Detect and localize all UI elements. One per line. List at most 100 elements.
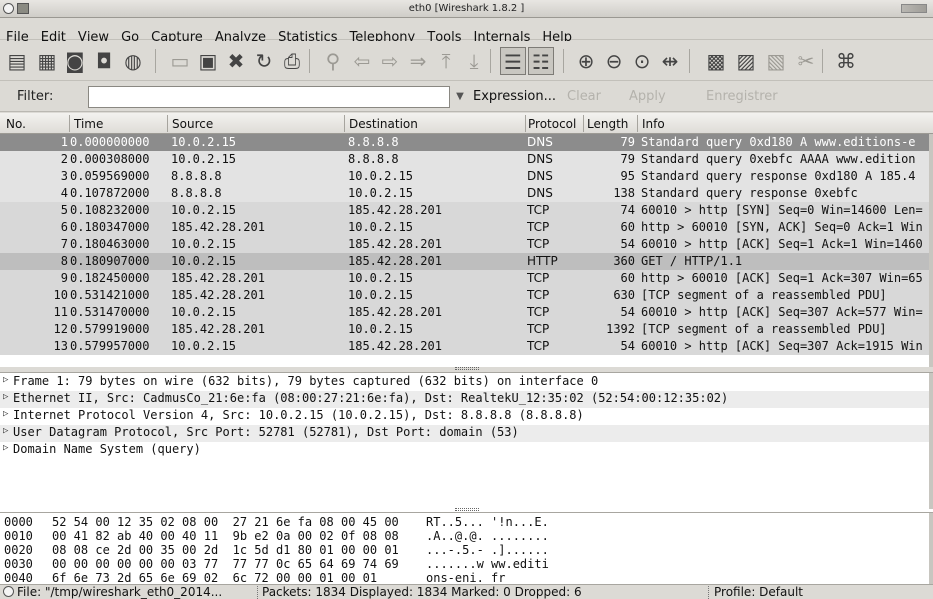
- expression-button[interactable]: Expression...: [473, 89, 556, 104]
- table-row[interactable]: 4 0.107872000 8.8.8.8 10.0.2.15 DNS 138 Standa…: [0, 185, 929, 202]
- menu-item[interactable]: Telephony: [344, 19, 422, 45]
- open-file-icon[interactable]: ▭: [167, 47, 193, 75]
- menu-item[interactable]: Tools: [421, 19, 467, 45]
- expert-info-icon[interactable]: [3, 586, 14, 597]
- packet-bytes[interactable]: 0000 52 54 00 12 35 02 08 00 27 21 6e fa …: [0, 512, 933, 584]
- expand-arrow-icon[interactable]: ▷: [3, 426, 8, 436]
- column-header-time[interactable]: Time: [74, 117, 103, 131]
- table-row[interactable]: 1 0.000000000 10.0.2.15 8.8.8.8 DNS 79 Standar…: [0, 134, 929, 151]
- expand-arrow-icon[interactable]: ▷: [3, 409, 8, 419]
- clear-button[interactable]: Clear: [567, 89, 601, 104]
- cell-no: 4: [60, 186, 68, 200]
- table-row[interactable]: 3 0.059569000 8.8.8.8 10.0.2.15 DNS 95 Standar…: [0, 168, 929, 185]
- packet-list-vscrollbar[interactable]: [929, 134, 933, 367]
- menu-item[interactable]: File: [0, 19, 35, 45]
- capture-restart-icon[interactable]: ◍: [120, 47, 146, 75]
- go-back-icon[interactable]: ⇦: [349, 47, 375, 75]
- column-header-length[interactable]: Length: [587, 117, 628, 131]
- cell-src: 10.0.2.15: [171, 339, 237, 353]
- detail-text: Frame 1: 79 bytes on wire (632 bits), 79…: [13, 374, 599, 388]
- coloring-rules-icon[interactable]: ▧: [763, 47, 789, 75]
- filter-label: Filter:: [17, 89, 54, 104]
- menu-item[interactable]: Go: [115, 19, 145, 45]
- cell-no: 12: [53, 322, 68, 336]
- table-row[interactable]: 9 0.182450000 185.42.28.201 10.0.2.15 TCP 60 h…: [0, 270, 929, 287]
- resize-columns-icon[interactable]: ⇹: [657, 47, 683, 75]
- capture-start-icon[interactable]: ◙: [62, 47, 88, 75]
- column-header-destination[interactable]: Destination: [349, 117, 418, 131]
- go-forward-icon[interactable]: ⇨: [377, 47, 403, 75]
- cell-src: 185.42.28.201: [171, 322, 265, 336]
- packet-list[interactable]: No. Time Source Destination Protocol Len…: [0, 113, 933, 367]
- reload-file-icon[interactable]: ↻: [251, 47, 277, 75]
- close-file-icon[interactable]: ✖: [223, 47, 249, 75]
- table-row[interactable]: 6 0.180347000 185.42.28.201 10.0.2.15 TCP 60 h…: [0, 219, 929, 236]
- table-row[interactable]: 2 0.000308000 10.0.2.15 8.8.8.8 DNS 79 Standar…: [0, 151, 929, 168]
- toolbar-separator: [490, 49, 491, 73]
- cell-proto: TCP: [527, 220, 550, 234]
- menu-item[interactable]: Internals: [468, 19, 537, 45]
- menu-item[interactable]: Statistics: [272, 19, 343, 45]
- capture-options-icon[interactable]: ▦: [34, 47, 60, 75]
- preferences-icon[interactable]: ✂: [793, 47, 819, 75]
- zoom-normal-icon[interactable]: ⊙: [629, 47, 655, 75]
- packet-details[interactable]: ▷ Frame 1: 79 bytes on wire (632 bits), 7…: [0, 372, 933, 512]
- bytes-hex: 00 41 82 ab 40 00 40 11 9b e2 0a 00 02 0…: [52, 529, 399, 543]
- save-file-icon[interactable]: ▣: [195, 47, 221, 75]
- table-row[interactable]: 7 0.180463000 10.0.2.15 185.42.28.201 TCP 54 6…: [0, 236, 929, 253]
- print-icon[interactable]: ⎙: [279, 47, 305, 75]
- apply-button[interactable]: Apply: [629, 89, 666, 104]
- cell-len: 630: [613, 288, 635, 302]
- zoom-in-icon[interactable]: ⊕: [573, 47, 599, 75]
- pane-splitter-top[interactable]: [455, 367, 479, 370]
- auto-scroll-icon[interactable]: ☷: [528, 47, 554, 75]
- detail-tree-item[interactable]: ▷ User Datagram Protocol, Src Port: 52781…: [0, 425, 929, 442]
- bytes-hex: 52 54 00 12 35 02 08 00 27 21 6e fa 08 0…: [52, 515, 399, 529]
- detail-tree-item[interactable]: ▷ Domain Name System (query): [0, 442, 929, 459]
- detail-tree-item[interactable]: ▷ Frame 1: 79 bytes on wire (632 bits), 7…: [0, 374, 929, 391]
- packet-details-vscrollbar[interactable]: [929, 373, 933, 509]
- expand-arrow-icon[interactable]: ▷: [3, 443, 8, 453]
- menu-item[interactable]: Analyze: [209, 19, 272, 45]
- menu-item[interactable]: View: [72, 19, 115, 45]
- table-row[interactable]: 10 0.531421000 185.42.28.201 10.0.2.15 TCP 63…: [0, 287, 929, 304]
- capture-filters-icon[interactable]: ▩: [703, 47, 729, 75]
- cell-info: 60010 > http [ACK] Seq=307 Ack=1915 Win: [641, 339, 923, 353]
- capture-stop-icon[interactable]: ◘: [91, 47, 117, 75]
- pane-splitter-bottom[interactable]: [455, 508, 479, 511]
- interface-list-icon[interactable]: ▤: [4, 47, 30, 75]
- table-row[interactable]: 5 0.108232000 10.0.2.15 185.42.28.201 TCP 74 6…: [0, 202, 929, 219]
- filter-input[interactable]: [88, 86, 450, 108]
- find-packet-icon[interactable]: ⚲: [320, 47, 346, 75]
- help-icon[interactable]: ⌘: [833, 47, 859, 75]
- bytes-ascii: ons-eni. fr: [426, 571, 506, 584]
- menu-item[interactable]: Help: [536, 19, 578, 45]
- expand-arrow-icon[interactable]: ▷: [3, 375, 8, 385]
- column-header-no[interactable]: No.: [6, 117, 26, 131]
- go-to-packet-icon[interactable]: ⇒: [405, 47, 431, 75]
- display-filters-icon[interactable]: ▨: [733, 47, 759, 75]
- window-controls[interactable]: [901, 4, 927, 13]
- table-row[interactable]: 8 0.180907000 10.0.2.15 185.42.28.201 HTTP 36…: [0, 253, 929, 270]
- expand-arrow-icon[interactable]: ▷: [3, 392, 8, 402]
- detail-tree-item[interactable]: ▷ Ethernet II, Src: CadmusCo_21:6e:fa (08…: [0, 391, 929, 408]
- menu-item[interactable]: Edit: [35, 19, 72, 45]
- detail-tree-item[interactable]: ▷ Internet Protocol Version 4, Src: 10.0.…: [0, 408, 929, 425]
- colorize-icon[interactable]: ☰: [500, 47, 526, 75]
- column-header-source[interactable]: Source: [172, 117, 213, 131]
- go-last-icon[interactable]: ⤓: [461, 47, 487, 75]
- column-header-info[interactable]: Info: [642, 117, 665, 131]
- go-first-icon[interactable]: ⤒: [433, 47, 459, 75]
- cell-len: 74: [620, 203, 635, 217]
- column-header-protocol[interactable]: Protocol: [528, 117, 576, 131]
- save-filter-button[interactable]: Enregistrer: [706, 89, 778, 104]
- menu-item[interactable]: Capture: [145, 19, 209, 45]
- packet-bytes-vscrollbar[interactable]: [929, 513, 933, 584]
- table-row[interactable]: 11 0.531470000 10.0.2.15 185.42.28.201 TCP 54…: [0, 304, 929, 321]
- cell-len: 138: [613, 186, 635, 200]
- table-row[interactable]: 12 0.579919000 185.42.28.201 10.0.2.15 TCP 13…: [0, 321, 929, 338]
- status-profile[interactable]: Profile: Default: [714, 585, 803, 599]
- filter-dropdown-icon[interactable]: ▼: [453, 86, 467, 108]
- table-row[interactable]: 13 0.579957000 10.0.2.15 185.42.28.201 TCP 54…: [0, 338, 929, 355]
- zoom-out-icon[interactable]: ⊖: [601, 47, 627, 75]
